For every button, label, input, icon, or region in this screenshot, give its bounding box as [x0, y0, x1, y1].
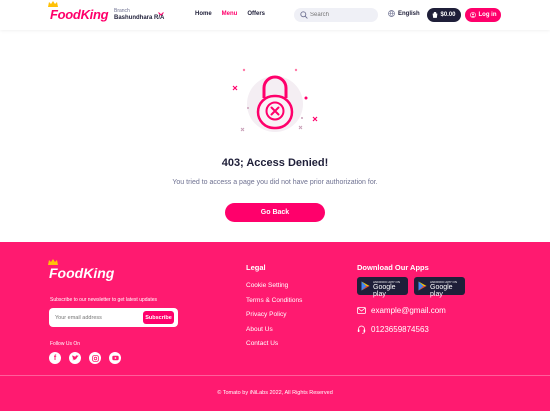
nav-menu[interactable]: Menu	[222, 11, 238, 17]
youtube-icon[interactable]	[109, 352, 121, 364]
cart-button[interactable]: $0.00	[427, 8, 461, 22]
locked-padlock-icon	[232, 68, 318, 132]
app-big-text: Google play	[430, 284, 453, 298]
google-play-icon	[361, 281, 370, 291]
link-cookie-setting[interactable]: Cookie Setting	[246, 282, 302, 297]
search-icon	[300, 11, 308, 19]
go-back-button[interactable]: Go Back	[225, 203, 325, 222]
subscribe-button[interactable]: Subscribe	[143, 311, 174, 324]
chevron-down-icon	[158, 12, 164, 16]
header: FoodKing Branch Bashundhara R/A Home Men…	[0, 0, 550, 30]
facebook-icon[interactable]: f	[49, 352, 61, 364]
crown-icon	[48, 1, 58, 7]
search-box[interactable]	[294, 8, 378, 22]
cart-icon	[433, 12, 438, 18]
follow-label: Follow Us On	[50, 341, 81, 347]
link-terms[interactable]: Terms & Conditions	[246, 297, 302, 312]
page-title: 403; Access Denied!	[221, 157, 329, 169]
google-play-button[interactable]: ANDROID APP ON Google play	[357, 277, 408, 298]
app-big-text: Google play	[373, 284, 396, 298]
newsletter-text: Subscribe to our newsletter to get lates…	[50, 297, 158, 303]
branch-selector[interactable]: Branch Bashundhara R/A	[114, 8, 164, 21]
search-input[interactable]	[310, 10, 372, 20]
logo[interactable]: FoodKing	[48, 1, 109, 22]
logo-text: FoodKing	[50, 7, 109, 22]
globe-icon	[388, 10, 395, 17]
footer-logo[interactable]: FoodKing	[48, 259, 115, 281]
apps-title: Download Our Apps	[357, 263, 429, 272]
google-play-button-2[interactable]: ANDROID APP ON Google play	[414, 277, 465, 298]
copyright: © Tomato by iNiLabs 2022, All Rights Res…	[217, 390, 333, 396]
language-label: English	[398, 10, 420, 17]
branch-value: Bashundhara R/A	[114, 15, 165, 21]
google-play-icon	[418, 281, 427, 291]
phone-text: 0123659874563	[371, 325, 429, 334]
link-about-us[interactable]: About Us	[246, 326, 302, 341]
user-icon	[469, 12, 476, 18]
mail-icon	[357, 307, 366, 314]
nav-home[interactable]: Home	[195, 11, 212, 17]
email-text: example@gmail.com	[371, 306, 446, 315]
instagram-icon[interactable]	[89, 352, 101, 364]
link-privacy-policy[interactable]: Privacy Policy	[246, 311, 302, 326]
email-field[interactable]	[55, 312, 140, 323]
language-selector[interactable]: English	[388, 10, 420, 17]
footer: FoodKing Subscribe to our newsletter to …	[0, 242, 550, 411]
main-nav: Home Menu Offers	[195, 11, 265, 17]
twitter-icon[interactable]	[69, 352, 81, 364]
app-download-buttons: ANDROID APP ON Google play ANDROID APP O…	[357, 277, 465, 298]
crown-icon	[48, 259, 58, 265]
branch-label: Branch	[114, 8, 130, 14]
social-links: f	[49, 352, 121, 364]
link-contact-us[interactable]: Contact Us	[246, 340, 302, 355]
contact-email[interactable]: example@gmail.com	[357, 306, 446, 315]
headset-icon	[357, 325, 366, 334]
nav-offers[interactable]: Offers	[247, 11, 265, 17]
footer-divider	[0, 375, 550, 376]
contact-phone[interactable]: 0123659874563	[357, 325, 429, 334]
login-label: Log in	[478, 12, 497, 18]
cart-total: $0.00	[440, 12, 456, 18]
newsletter-form: Subscribe	[49, 308, 178, 327]
legal-links: Cookie Setting Terms & Conditions Privac…	[246, 282, 302, 355]
page-description: You tried to access a page you did not h…	[172, 179, 378, 186]
login-button[interactable]: Log in	[465, 8, 501, 22]
footer-logo-text: FoodKing	[49, 265, 115, 281]
legal-title: Legal	[246, 263, 266, 272]
